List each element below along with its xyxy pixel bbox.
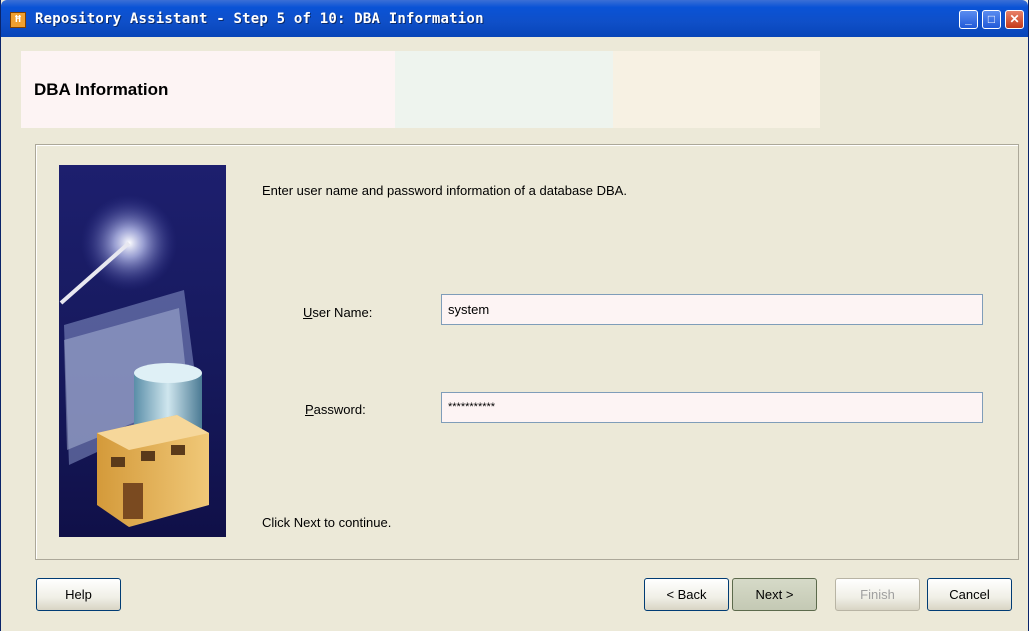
finish-button[interactable]: Finish [835, 578, 920, 611]
username-field[interactable]: system [441, 294, 983, 325]
continue-hint: Click Next to continue. [262, 515, 392, 530]
wizard-illustration [59, 165, 226, 537]
password-label-rest: assword: [313, 402, 366, 417]
wizard-art-icon [59, 195, 209, 527]
password-label: Password: [305, 402, 366, 417]
close-icon[interactable]: ✕ [1005, 10, 1024, 29]
header-band [395, 51, 613, 128]
help-button[interactable]: Help [36, 578, 121, 611]
password-mnemonic: P [305, 402, 314, 417]
back-button[interactable]: < Back [644, 578, 729, 611]
username-label-rest: ser Name: [312, 305, 373, 320]
password-field[interactable]: *********** [441, 392, 983, 423]
minimize-icon[interactable]: _ [959, 10, 978, 29]
header-banner: DBA Information [21, 51, 820, 128]
header-band [613, 51, 820, 128]
title-bar[interactable]: Ħ Repository Assistant - Step 5 of 10: D… [1, 0, 1028, 37]
dialog-window: Ħ Repository Assistant - Step 5 of 10: D… [0, 0, 1029, 631]
page-title: DBA Information [34, 80, 169, 99]
window-title: Repository Assistant - Step 5 of 10: DBA… [35, 11, 484, 27]
next-button[interactable]: Next > [732, 578, 817, 611]
app-icon[interactable]: Ħ [10, 12, 26, 28]
cancel-button[interactable]: Cancel [927, 578, 1012, 611]
maximize-icon[interactable]: □ [982, 10, 1001, 29]
instruction-text: Enter user name and password information… [262, 183, 627, 198]
username-mnemonic: U [303, 305, 313, 320]
username-label: User Name: [303, 305, 372, 320]
